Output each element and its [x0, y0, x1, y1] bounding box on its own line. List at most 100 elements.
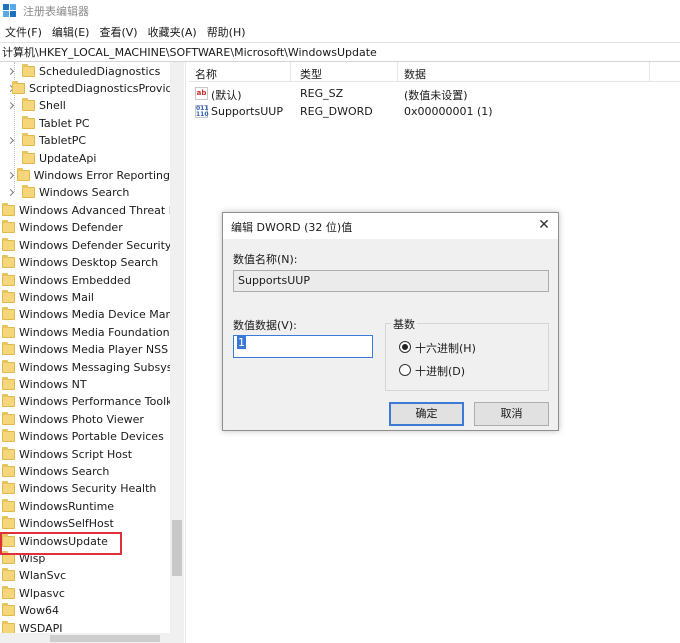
tree-item[interactable]: ScriptedDiagnosticsProvide — [0, 80, 170, 97]
chevron-right-icon[interactable] — [6, 136, 16, 146]
tree-item[interactable]: WindowsSelfHost — [0, 515, 170, 532]
folder-icon — [2, 464, 15, 477]
folder-icon — [22, 151, 35, 164]
menu-file[interactable]: 文件(F) — [0, 24, 47, 40]
address-path: 计算机\HKEY_LOCAL_MACHINE\SOFTWARE\Microsof… — [2, 46, 377, 59]
value-row[interactable]: 011 110 SupportsUUP REG_DWORD 0x00000001… — [189, 103, 680, 121]
folder-icon — [2, 220, 15, 233]
folder-icon — [22, 64, 35, 77]
folder-icon — [22, 98, 35, 111]
folder-icon — [2, 307, 15, 320]
folder-icon — [22, 116, 35, 129]
chevron-right-icon[interactable] — [6, 188, 16, 198]
tree-item[interactable]: Windows Media Foundation — [0, 324, 170, 341]
tree-hscroll-thumb[interactable] — [50, 635, 160, 642]
folder-icon — [2, 412, 15, 425]
tree-item[interactable]: Shell — [0, 97, 170, 114]
tree-item[interactable]: Windows Advanced Threat Pr — [0, 202, 170, 219]
menu-help[interactable]: 帮助(H) — [202, 24, 251, 40]
value-name-field: SupportsUUP — [233, 270, 549, 292]
cancel-button[interactable]: 取消 — [474, 402, 549, 426]
tree-item[interactable]: ScheduledDiagnostics — [0, 63, 170, 80]
tree-item[interactable]: Windows Defender — [0, 219, 170, 236]
hex-radio[interactable] — [399, 341, 411, 353]
address-bar[interactable]: 计算机\HKEY_LOCAL_MACHINE\SOFTWARE\Microsof… — [0, 42, 680, 62]
title-bar: 注册表编辑器 — [0, 0, 680, 22]
tree-item[interactable]: Windows Embedded — [0, 272, 170, 289]
base-label: 基数 — [391, 316, 417, 332]
tree-item[interactable]: Windows Media Player NSS — [0, 341, 170, 358]
folder-icon — [2, 394, 15, 407]
menu-edit[interactable]: 编辑(E) — [47, 24, 95, 40]
folder-icon — [2, 290, 15, 303]
folder-icon — [2, 255, 15, 268]
dec-radio[interactable] — [399, 364, 411, 376]
tree-item[interactable]: Windows Mail — [0, 289, 170, 306]
folder-icon — [2, 203, 15, 216]
folder-icon — [2, 481, 15, 494]
folder-icon — [16, 168, 30, 181]
tree-item[interactable]: Windows Script Host — [0, 446, 170, 463]
column-type[interactable]: 类型 — [300, 66, 322, 82]
tree-item[interactable]: Windows Portable Devices — [0, 428, 170, 445]
folder-icon — [12, 81, 25, 94]
tree-item[interactable]: Wow64 — [0, 602, 170, 619]
dialog-body: 数值名称(N): SupportsUUP 数值数据(V): 1 基数 十六进制(… — [223, 239, 558, 430]
folder-icon — [2, 342, 15, 355]
window-title: 注册表编辑器 — [23, 5, 89, 18]
tree-item[interactable]: Windows Security Health — [0, 480, 170, 497]
tree-item[interactable]: Windows Media Device Mana — [0, 306, 170, 323]
chevron-right-icon[interactable] — [6, 101, 16, 111]
menu-favorites[interactable]: 收藏夹(A) — [143, 24, 202, 40]
close-icon[interactable]: ✕ — [530, 213, 558, 237]
string-value-icon: ab — [195, 87, 208, 100]
folder-icon — [2, 238, 15, 251]
dec-radio-label[interactable]: 十进制(D) — [415, 363, 465, 379]
tree-item[interactable]: Windows Performance Toolki — [0, 393, 170, 410]
folder-icon — [2, 273, 15, 286]
value-data-input[interactable]: 1 — [233, 335, 373, 358]
dialog-title: 编辑 DWORD (32 位)值 — [231, 221, 353, 234]
column-separator[interactable] — [649, 62, 650, 82]
tree-item[interactable]: Wlpasvc — [0, 585, 170, 602]
tree-item[interactable]: Tablet PC — [0, 115, 170, 132]
folder-icon — [2, 377, 15, 390]
tree-item[interactable]: WindowsRuntime — [0, 498, 170, 515]
folder-icon — [2, 516, 15, 529]
value-row[interactable]: ab (默认) REG_SZ (数值未设置) — [189, 85, 680, 103]
value-type: REG_DWORD — [300, 105, 373, 118]
value-data-label: 数值数据(V): — [233, 319, 297, 332]
tree-item[interactable]: Windows Messaging Subsyst — [0, 359, 170, 376]
tree-item[interactable]: Windows Search — [0, 184, 170, 201]
chevron-right-icon[interactable] — [6, 171, 11, 181]
value-data: (数值未设置) — [404, 89, 468, 102]
value-data-text: 1 — [237, 336, 246, 349]
tree-item[interactable]: Windows Defender Security C — [0, 237, 170, 254]
tree-item[interactable]: TabletPC — [0, 132, 170, 149]
ok-button[interactable]: 确定 — [389, 402, 464, 426]
folder-icon — [2, 568, 15, 581]
column-name[interactable]: 名称 — [195, 66, 217, 82]
tree-item[interactable]: Windows Photo Viewer — [0, 411, 170, 428]
column-separator[interactable] — [290, 62, 291, 82]
base-groupbox — [385, 323, 549, 391]
column-separator[interactable] — [397, 62, 398, 82]
tree-item[interactable]: Windows Search — [0, 463, 170, 480]
registry-tree[interactable]: ScheduledDiagnostics ScriptedDiagnostics… — [0, 62, 184, 643]
tree-item[interactable]: Windows Desktop Search — [0, 254, 170, 271]
folder-icon — [2, 586, 15, 599]
tree-item[interactable]: WlanSvc — [0, 567, 170, 584]
tree-item[interactable]: Windows Error Reporting — [0, 167, 170, 184]
selected-item-highlight — [0, 532, 122, 555]
menu-view[interactable]: 查看(V) — [94, 24, 142, 40]
tree-item[interactable]: Windows NT — [0, 376, 170, 393]
hex-radio-label[interactable]: 十六进制(H) — [415, 340, 476, 356]
tree-item[interactable]: UpdateApi — [0, 150, 170, 167]
menu-bar: 文件(F) 编辑(E) 查看(V) 收藏夹(A) 帮助(H) — [0, 22, 680, 42]
folder-icon — [2, 603, 15, 616]
chevron-right-icon[interactable] — [6, 67, 16, 77]
tree-scroll-thumb[interactable] — [172, 520, 182, 576]
column-data[interactable]: 数据 — [404, 66, 426, 82]
folder-icon — [2, 360, 15, 373]
edit-dword-dialog: 编辑 DWORD (32 位)值 ✕ 数值名称(N): SupportsUUP … — [222, 212, 559, 431]
